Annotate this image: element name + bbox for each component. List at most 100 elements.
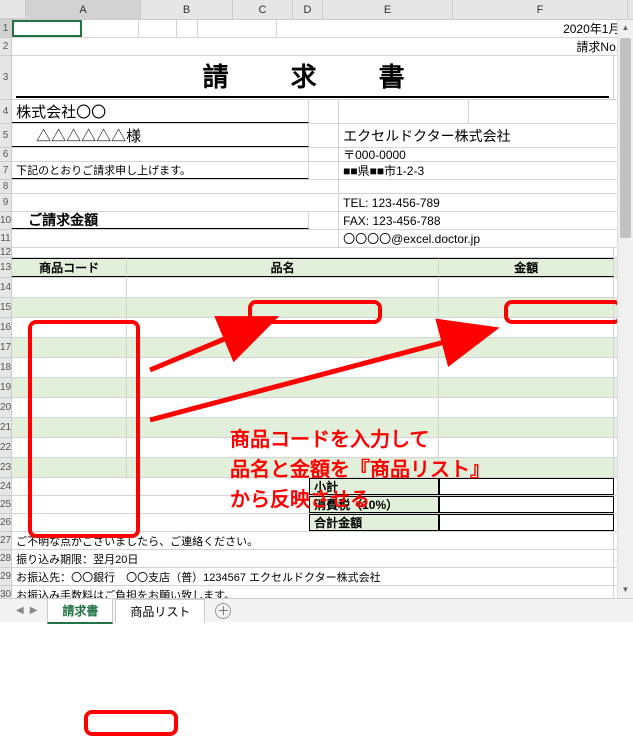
cell-B22[interactable] [127,438,439,457]
row-header-17[interactable]: 17 [0,338,12,358]
tax-label[interactable]: 消費税（10%） [309,496,439,513]
cell-A14[interactable] [12,278,127,297]
note-1[interactable]: ご不明な点がございましたら、ご連絡ください。 [12,532,614,549]
row-header-12[interactable]: 12 [0,248,12,258]
th-name[interactable]: 品名 [127,258,439,277]
row-header-26[interactable]: 26 [0,514,12,532]
sender-address[interactable]: ■■県■■市1-2-3 [339,162,633,179]
row-header-20[interactable]: 20 [0,398,12,418]
subtotal-value[interactable] [439,478,614,495]
cell-A2[interactable] [12,38,267,55]
cell-B23[interactable] [127,458,439,477]
row-header-4[interactable]: 4 [0,100,12,124]
select-all-corner[interactable] [0,0,26,19]
cell-A24[interactable] [12,478,309,495]
row-header-19[interactable]: 19 [0,378,12,398]
cell-B19[interactable] [127,378,439,397]
total-value[interactable] [439,514,614,531]
cell-B1[interactable] [82,20,139,37]
cell-B21[interactable] [127,418,439,437]
col-header-D[interactable]: D [293,0,323,19]
row-header-11[interactable]: 11 [0,230,12,248]
row-header-13[interactable]: 13 [0,258,12,278]
cell-D1[interactable] [177,20,198,37]
billed-amount-label[interactable]: ご請求金額 [12,212,309,229]
cell-A8[interactable] [12,180,339,193]
cell-F20[interactable] [439,398,614,417]
cell-A15[interactable] [12,298,127,317]
row-header-21[interactable]: 21 [0,418,12,438]
tab-nav-prev-icon[interactable]: ◀ [16,605,24,616]
cell-B17[interactable] [127,338,439,357]
row-header-1[interactable]: 1 [0,20,12,38]
cell-F14[interactable] [439,278,614,297]
cell-D7[interactable] [309,162,339,179]
cell-F18[interactable] [439,358,614,377]
cell-grid[interactable]: 2020年1月4日 請求No.000 請 求 書 株式会社〇〇 [12,20,633,622]
scroll-down-icon[interactable]: ▼ [618,582,633,598]
cell-A23[interactable] [12,458,127,477]
total-label[interactable]: 合計金額 [309,514,439,531]
scroll-thumb[interactable] [620,38,631,238]
cell-A11[interactable] [12,230,339,247]
client-company[interactable]: 株式会社〇〇 [12,100,309,123]
sender-email[interactable]: 〇〇〇〇@excel.doctor.jp [339,230,633,247]
cell-B20[interactable] [127,398,439,417]
row-header-8[interactable]: 8 [0,180,12,194]
cell-A18[interactable] [12,358,127,377]
row-header-7[interactable]: 7 [0,162,12,180]
cell-F17[interactable] [439,338,614,357]
cell-B15[interactable] [127,298,439,317]
cell-A17[interactable] [12,338,127,357]
subtotal-label[interactable]: 小計 [309,478,439,495]
invoice-title[interactable]: 請 求 書 [12,56,614,99]
note-3[interactable]: お振込先：〇〇銀行 〇〇支店（普）1234567 エクセルドクター株式会社 [12,568,614,585]
row-header-9[interactable]: 9 [0,194,12,212]
sender-fax[interactable]: FAX: 123-456-788 [339,212,633,229]
row-header-24[interactable]: 24 [0,478,12,496]
cell-F19[interactable] [439,378,614,397]
cell-B16[interactable] [127,318,439,337]
cell-F1-date[interactable]: 2020年1月4日 [277,20,633,37]
cell-D6[interactable] [309,148,339,161]
cell-E4[interactable] [339,100,469,123]
cell-A1[interactable] [12,20,82,37]
row-header-2[interactable]: 2 [0,38,12,56]
row-header-10[interactable]: 10 [0,212,12,230]
cell-A12[interactable] [12,248,614,257]
vertical-scrollbar[interactable]: ▲ ▼ [617,20,633,598]
scroll-up-icon[interactable]: ▲ [618,20,633,36]
note-2[interactable]: 振り込み期限：翌月20日 [12,550,614,567]
cell-D4[interactable] [309,100,339,123]
cell-F4[interactable] [469,100,633,123]
cell-F23[interactable] [439,458,614,477]
row-header-18[interactable]: 18 [0,358,12,378]
cell-A25[interactable] [12,496,309,513]
cell-A22[interactable] [12,438,127,457]
cell-B18[interactable] [127,358,439,377]
row-header-28[interactable]: 28 [0,550,12,568]
sheet-tab-product-list[interactable]: 商品リスト [115,599,205,623]
row-header-15[interactable]: 15 [0,298,12,318]
col-header-E[interactable]: E [323,0,453,19]
row-header-29[interactable]: 29 [0,568,12,586]
row-header-6[interactable]: 6 [0,148,12,162]
cell-A9[interactable] [12,194,339,211]
row-header-16[interactable]: 16 [0,318,12,338]
add-sheet-icon[interactable]: ＋ [215,603,231,619]
cell-A21[interactable] [12,418,127,437]
cell-C1[interactable] [139,20,177,37]
cell-A16[interactable] [12,318,127,337]
cell-E8[interactable] [339,180,633,193]
row-header-27[interactable]: 27 [0,532,12,550]
cell-E1[interactable] [198,20,277,37]
col-header-F[interactable]: F [453,0,628,19]
cell-B14[interactable] [127,278,439,297]
cell-F2-invoice-no[interactable]: 請求No.000 [267,38,633,55]
col-header-B[interactable]: B [141,0,233,19]
sender-tel[interactable]: TEL: 123-456-789 [339,194,633,211]
sender-postal[interactable]: 〒000-0000 [339,148,633,161]
client-name[interactable]: △△△△△△様 [12,124,309,147]
col-header-C[interactable]: C [233,0,293,19]
sender-name[interactable]: エクセルドクター株式会社 [339,124,633,147]
